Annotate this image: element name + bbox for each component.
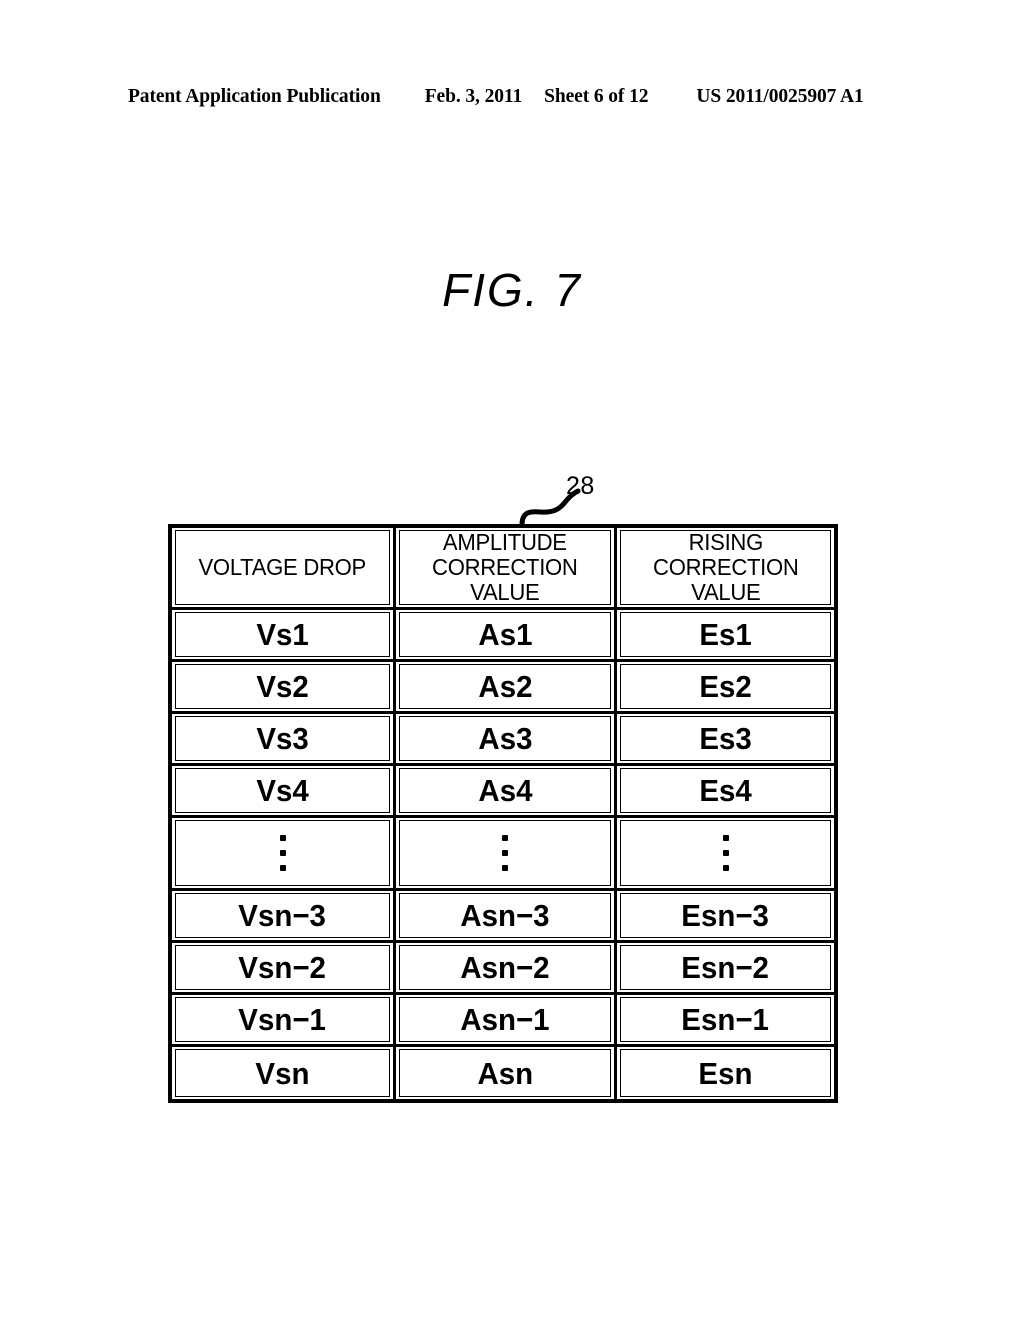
cell-value: Vsn−1: [238, 1002, 327, 1037]
table-cell: Asn−2: [396, 943, 617, 992]
header-line: CORRECTION: [432, 554, 578, 580]
sheet-number: Sheet 6 of 12: [544, 86, 649, 107]
table-row: Vsn−1 Asn−1 Esn−1: [172, 995, 834, 1047]
column-header-rising-correction-value: RISING CORRECTION VALUE: [617, 528, 834, 607]
table-row: Vsn Asn Esn: [172, 1047, 834, 1099]
patent-number: US 2011/0025907 A1: [696, 86, 864, 107]
table-cell: As2: [396, 662, 617, 711]
publication-label: Patent Application Publication: [128, 86, 381, 107]
cell-value: Esn−2: [681, 950, 770, 985]
page-header: Patent Application Publication Feb. 3, 2…: [128, 86, 896, 112]
cell-value: Asn−2: [460, 950, 550, 985]
cell-value: Es4: [699, 773, 752, 808]
cell-value: Vs1: [256, 617, 309, 652]
header-line: VALUE: [690, 579, 761, 605]
table-cell: Es2: [617, 662, 834, 711]
table-cell: As1: [396, 610, 617, 659]
table-cell: Vs1: [172, 610, 396, 659]
table-row: Vs2 As2 Es2: [172, 662, 834, 714]
cell-value: Vs3: [256, 721, 309, 756]
table-cell: Asn−1: [396, 995, 617, 1044]
table-cell: Esn−2: [617, 943, 834, 992]
column-header-voltage-drop: VOLTAGE DROP: [172, 528, 396, 607]
table-cell: [172, 818, 396, 888]
cell-value: Es2: [699, 669, 752, 704]
cell-value: As2: [477, 669, 533, 704]
table-cell: Vs4: [172, 766, 396, 815]
cell-value: Es3: [699, 721, 752, 756]
publication-date: Feb. 3, 2011: [424, 86, 523, 107]
cell-value: As1: [477, 617, 533, 652]
table-cell: Es1: [617, 610, 834, 659]
cell-value: Vsn−3: [238, 898, 327, 933]
table-cell: Esn−3: [617, 891, 834, 940]
header-line: VOLTAGE DROP: [198, 554, 367, 580]
table-cell: Asn: [396, 1047, 617, 1099]
correction-value-table: VOLTAGE DROP AMPLITUDE CORRECTION VALUE …: [168, 524, 838, 1103]
cell-value: Esn−1: [681, 1002, 770, 1037]
table-cell: Vs2: [172, 662, 396, 711]
table-cell: [396, 818, 617, 888]
table-row: Vs1 As1 Es1: [172, 610, 834, 662]
cell-value: As3: [477, 721, 533, 756]
cell-value: Vs2: [256, 669, 309, 704]
cell-value: Asn−3: [460, 898, 550, 933]
table-cell: Vs3: [172, 714, 396, 763]
table-header-row: VOLTAGE DROP AMPLITUDE CORRECTION VALUE …: [172, 528, 834, 610]
vertical-ellipsis-icon: [502, 831, 508, 875]
cell-value: Es1: [699, 617, 752, 652]
table-cell: Es3: [617, 714, 834, 763]
table-cell: Vsn−1: [172, 995, 396, 1044]
table-cell: Es4: [617, 766, 834, 815]
header-line: AMPLITUDE: [443, 529, 567, 555]
cell-value: Asn: [477, 1055, 533, 1091]
column-header-amplitude-correction-value: AMPLITUDE CORRECTION VALUE: [396, 528, 617, 607]
vertical-ellipsis-icon: [722, 831, 729, 875]
header-line: RISING: [688, 529, 763, 555]
table-cell: Esn: [617, 1047, 834, 1099]
table-row: Vsn−3 Asn−3 Esn−3: [172, 891, 834, 943]
table-row: Vs3 As3 Es3: [172, 714, 834, 766]
reference-numeral-28: 28: [566, 472, 595, 500]
header-line: CORRECTION: [652, 554, 799, 580]
table-cell: As3: [396, 714, 617, 763]
table-row: Vs4 As4 Es4: [172, 766, 834, 818]
table-cell: Vsn: [172, 1047, 396, 1099]
cell-value: Vs4: [256, 773, 309, 808]
table-cell: As4: [396, 766, 617, 815]
table-row-ellipsis: [172, 818, 834, 891]
header-line: VALUE: [470, 579, 540, 605]
cell-value: Vsn−2: [238, 950, 327, 985]
table-cell: [617, 818, 834, 888]
table-cell: Esn−1: [617, 995, 834, 1044]
table-row: Vsn−2 Asn−2 Esn−2: [172, 943, 834, 995]
cell-value: Esn−3: [681, 898, 770, 933]
figure-title: FIG. 7: [442, 264, 582, 316]
table-cell: Asn−3: [396, 891, 617, 940]
cell-value: Esn: [698, 1055, 753, 1091]
vertical-ellipsis-icon: [279, 831, 286, 875]
cell-value: Vsn: [255, 1055, 310, 1091]
table-cell: Vsn−2: [172, 943, 396, 992]
cell-value: Asn−1: [460, 1002, 550, 1037]
cell-value: As4: [477, 773, 533, 808]
table-cell: Vsn−3: [172, 891, 396, 940]
